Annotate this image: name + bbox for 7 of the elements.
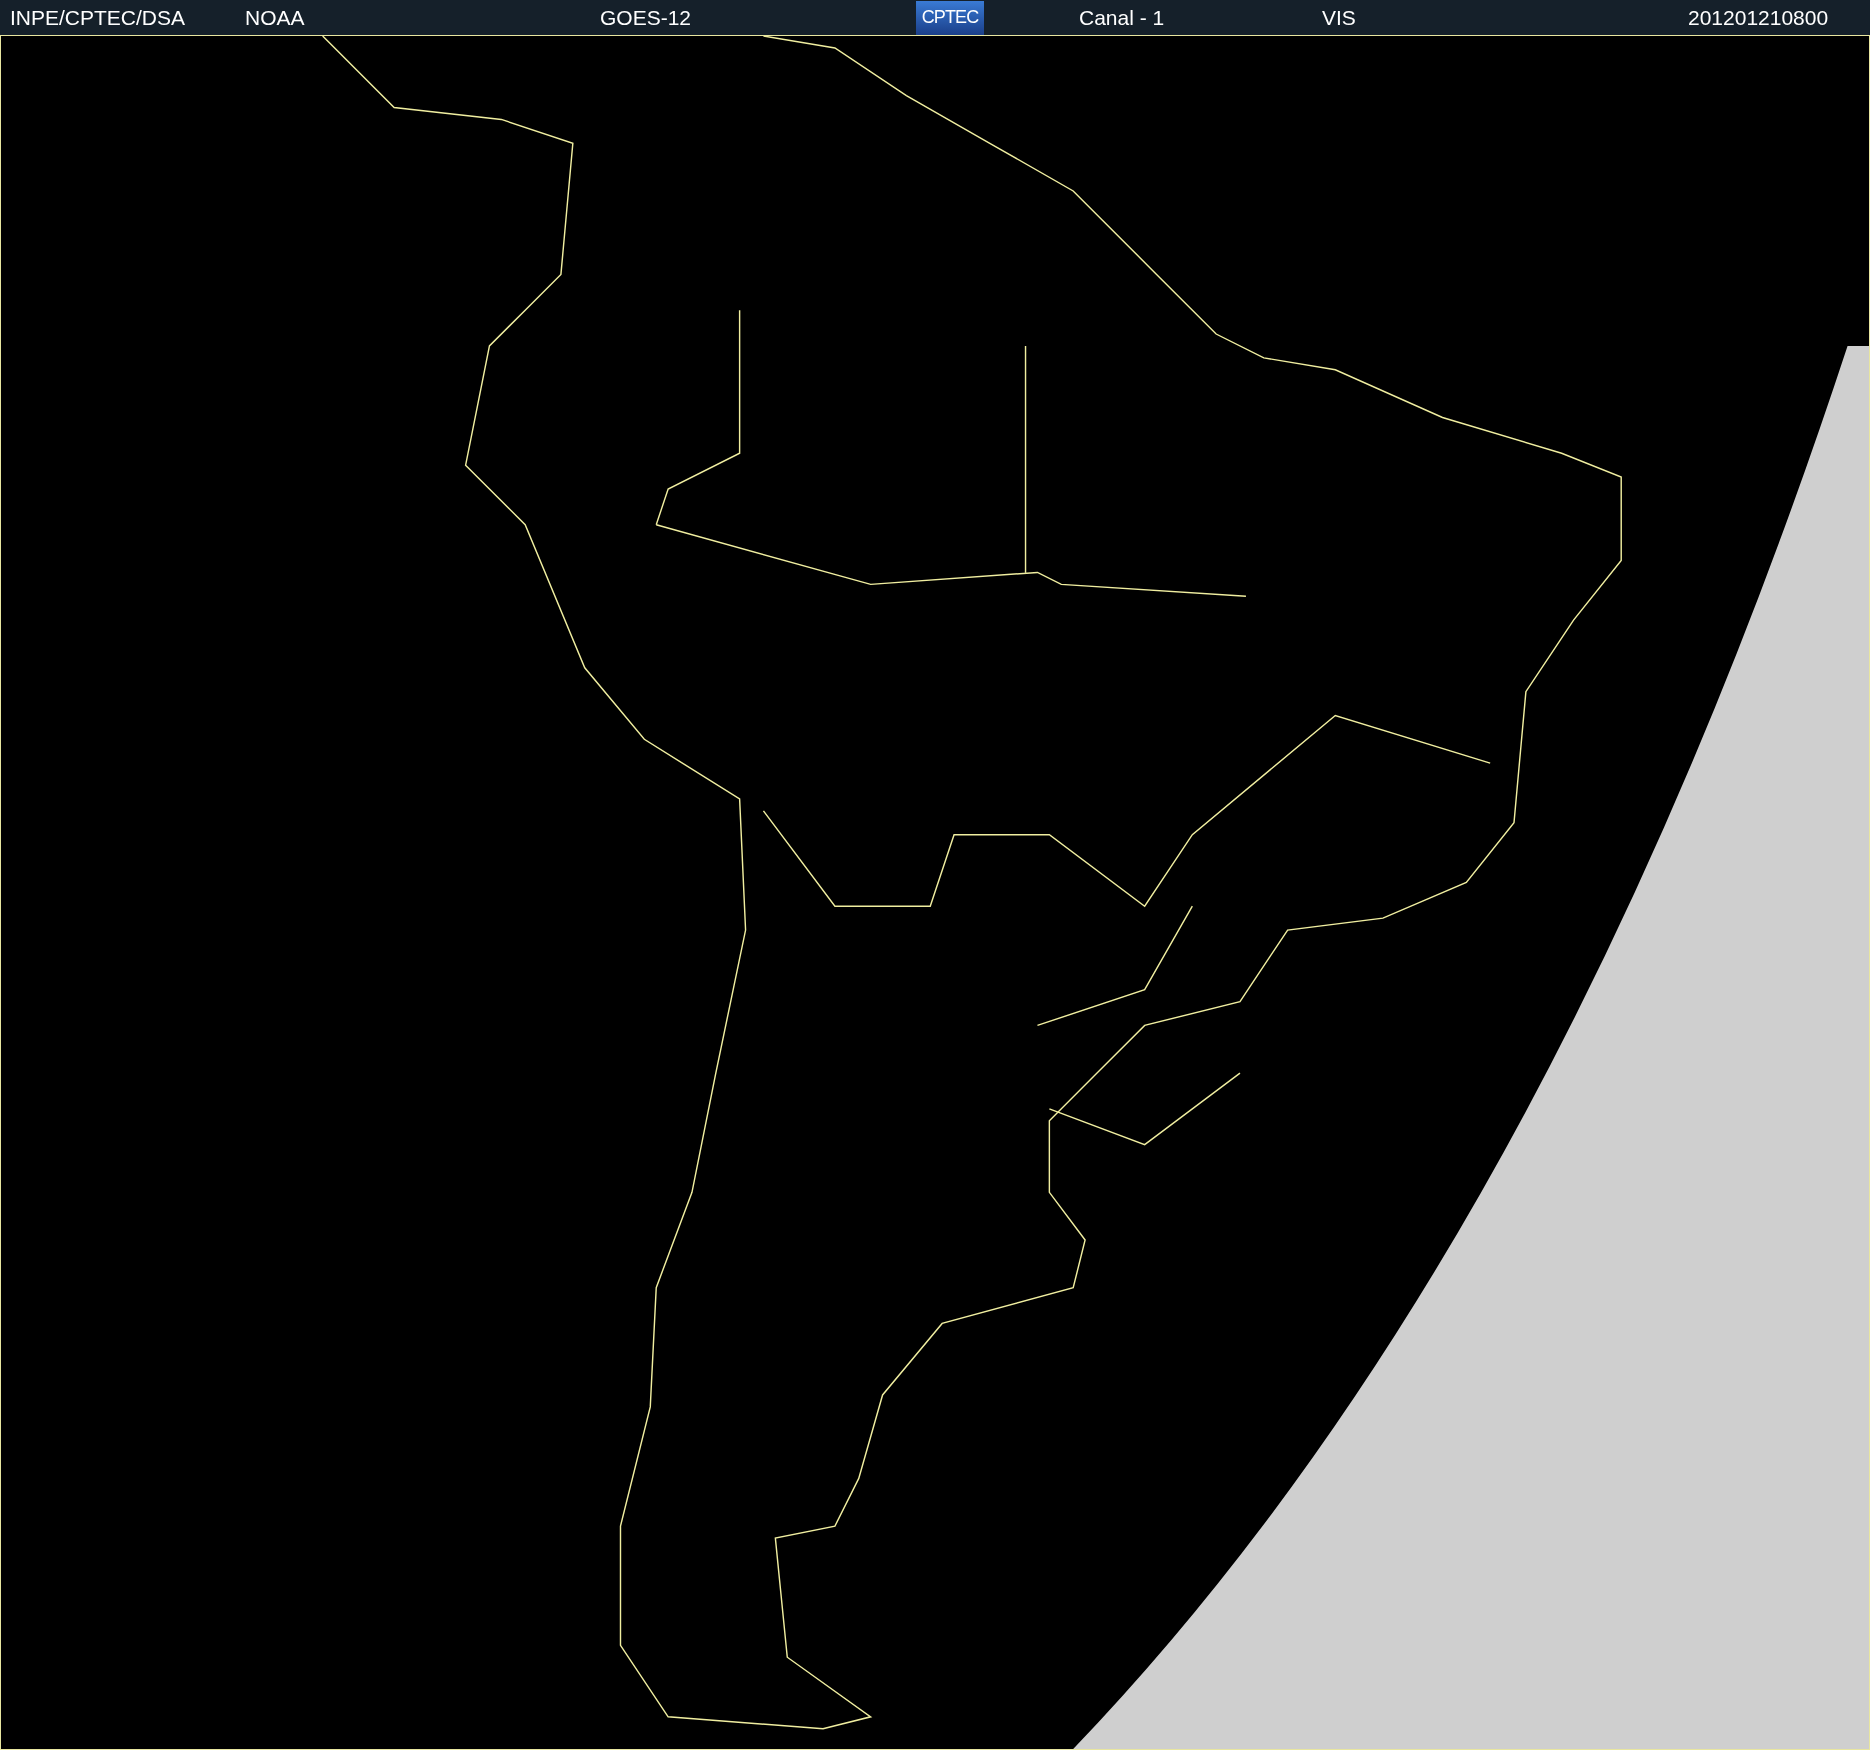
- logo: CPTEC: [916, 0, 984, 35]
- satellite-label: GOES-12: [600, 4, 693, 31]
- agency-label: NOAA: [245, 4, 306, 31]
- timestamp-label: 201201210800: [1688, 4, 1829, 31]
- band-label: VIS: [1322, 4, 1357, 31]
- channel-label: Canal - 1: [1079, 4, 1166, 31]
- source-label: INPE/CPTEC/DSA: [10, 4, 187, 31]
